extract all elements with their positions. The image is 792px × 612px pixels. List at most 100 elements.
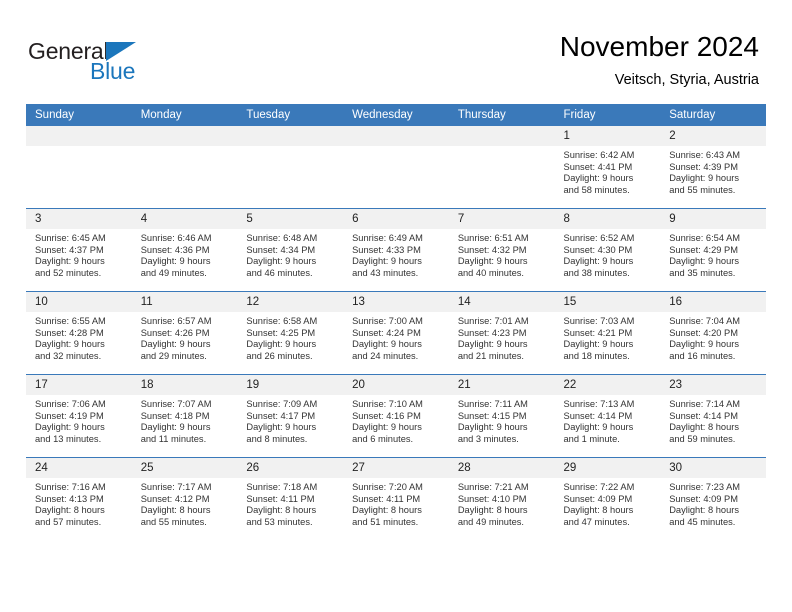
calendar-day-cell[interactable]: 7 Sunrise: 6:51 AM Sunset: 4:32 PM Daylight… [448,208,555,292]
calendar-day-cell[interactable]: 6 Sunrise: 6:49 AM Sunset: 4:33 PM Daylight… [343,208,449,292]
day-sunrise-text: Sunrise: 7:21 AM [457,482,529,492]
day-daylight2-text: and 21 minutes. [457,350,524,361]
calendar-day-cell[interactable]: 21 Sunrise: 7:11 AM Sunset: 4:15 PM Dayligh… [448,374,555,458]
day-number: 23 [660,375,766,395]
day-daylight1-text: Daylight: 9 hours [140,422,211,433]
calendar-day-cell[interactable]: 27 Sunrise: 7:20 AM Sunset: 4:11 PM Dayligh… [343,457,449,540]
day-sunrise-text: Sunrise: 6:51 AM [457,233,529,243]
day-number: 14 [448,292,555,312]
day-sunrise-text: Sunrise: 7:23 AM [669,482,741,492]
calendar-week-row: 10 Sunrise: 6:55 AM Sunset: 4:28 PM Dayligh… [26,291,766,375]
day-daylight2-text: and 49 minutes. [457,516,524,527]
calendar-day-cell[interactable]: 12 Sunrise: 6:58 AM Sunset: 4:25 PM Dayligh… [237,291,344,375]
day-sun-info: Sunrise: 6:49 AM Sunset: 4:33 PM Daylight:… [343,229,449,279]
calendar-day-cell[interactable]: 16 Sunrise: 7:04 AM Sunset: 4:20 PM Dayligh… [660,291,766,375]
weekday-header-saturday: Saturday [660,104,766,126]
calendar-day-cell[interactable]: 8 Sunrise: 6:52 AM Sunset: 4:30 PM Daylight… [554,208,661,292]
calendar-day-cell[interactable]: 20 Sunrise: 7:10 AM Sunset: 4:16 PM Dayligh… [343,374,449,458]
day-sunset-text: Sunset: 4:09 PM [563,493,633,504]
calendar-day-cell[interactable]: 29 Sunrise: 7:22 AM Sunset: 4:09 PM Dayligh… [554,457,661,540]
day-daylight1-text: Daylight: 8 hours [563,505,634,516]
calendar-day-cell[interactable]: 9 Sunrise: 6:54 AM Sunset: 4:29 PM Daylight… [660,208,766,292]
day-sun-info: Sunrise: 7:23 AM Sunset: 4:09 PM Daylight:… [660,478,766,528]
calendar-day-cell[interactable]: 24 Sunrise: 7:16 AM Sunset: 4:13 PM Dayligh… [26,457,132,540]
day-sunrise-text: Sunrise: 6:45 AM [35,233,106,243]
calendar-day-cell[interactable]: 11 Sunrise: 6:57 AM Sunset: 4:26 PM Dayligh… [131,291,238,375]
day-daylight2-text: and 32 minutes. [35,350,102,361]
day-daylight1-text: Daylight: 9 hours [669,256,739,267]
calendar-day-cell[interactable]: 19 Sunrise: 7:09 AM Sunset: 4:17 PM Dayligh… [237,374,344,458]
weekday-header-thursday: Thursday [448,104,555,126]
day-sunset-text: Sunset: 4:11 PM [352,493,421,504]
day-sun-info: Sunrise: 7:06 AM Sunset: 4:19 PM Daylight:… [26,395,132,445]
day-sun-info: Sunrise: 6:46 AM Sunset: 4:36 PM Daylight:… [132,229,238,279]
day-number: 21 [448,375,555,395]
day-number: 19 [237,375,344,395]
calendar-day-cell-empty [131,126,238,209]
day-daylight1-text: Daylight: 9 hours [35,256,105,267]
day-daylight2-text: and 49 minutes. [140,267,207,278]
calendar-day-cell[interactable]: 3 Sunrise: 6:45 AM Sunset: 4:37 PM Daylight… [26,208,132,292]
day-daylight2-text: and 11 minutes. [140,433,207,444]
weekday-header-sunday: Sunday [26,104,132,126]
calendar-week-row: 24 Sunrise: 7:16 AM Sunset: 4:13 PM Dayligh… [26,457,766,540]
calendar-day-cell[interactable]: 25 Sunrise: 7:17 AM Sunset: 4:12 PM Dayligh… [131,457,238,540]
day-daylight1-text: Daylight: 9 hours [563,256,634,267]
day-sunset-text: Sunset: 4:17 PM [246,410,316,421]
day-daylight1-text: Daylight: 8 hours [140,505,211,516]
day-daylight1-text: Daylight: 9 hours [246,422,317,433]
calendar-day-cell[interactable]: 26 Sunrise: 7:18 AM Sunset: 4:11 PM Dayligh… [237,457,344,540]
day-daylight1-text: Daylight: 9 hours [669,173,739,184]
day-sun-info: Sunrise: 6:51 AM Sunset: 4:32 PM Daylight:… [449,229,555,279]
day-number: 7 [448,209,555,229]
calendar-day-cell[interactable]: 4 Sunrise: 6:46 AM Sunset: 4:36 PM Daylight… [131,208,238,292]
day-daylight1-text: Daylight: 9 hours [246,256,317,267]
day-sunset-text: Sunset: 4:33 PM [352,244,421,255]
day-number [343,126,449,146]
calendar-header-row: Sunday Monday Tuesday Wednesday Thursday… [26,104,766,126]
day-sunrise-text: Sunrise: 7:04 AM [669,316,741,326]
calendar-day-cell[interactable]: 28 Sunrise: 7:21 AM Sunset: 4:10 PM Dayligh… [448,457,555,540]
day-number: 4 [131,209,238,229]
day-number [448,126,555,146]
day-sun-info: Sunrise: 7:17 AM Sunset: 4:12 PM Daylight:… [132,478,238,528]
day-number: 22 [554,375,661,395]
calendar-day-cell[interactable]: 1 Sunrise: 6:42 AM Sunset: 4:41 PM Daylight… [554,126,661,209]
day-number: 11 [131,292,238,312]
calendar-day-cell[interactable]: 23 Sunrise: 7:14 AM Sunset: 4:14 PM Dayligh… [660,374,766,458]
calendar-day-cell[interactable]: 10 Sunrise: 6:55 AM Sunset: 4:28 PM Dayligh… [26,291,132,375]
day-number: 28 [448,458,555,478]
calendar-day-cell[interactable]: 13 Sunrise: 7:00 AM Sunset: 4:24 PM Dayligh… [343,291,449,375]
calendar-day-cell[interactable]: 15 Sunrise: 7:03 AM Sunset: 4:21 PM Dayligh… [554,291,661,375]
calendar-day-cell[interactable]: 5 Sunrise: 6:48 AM Sunset: 4:34 PM Daylight… [237,208,344,292]
calendar-day-cell[interactable]: 17 Sunrise: 7:06 AM Sunset: 4:19 PM Dayligh… [26,374,132,458]
day-sunrise-text: Sunrise: 7:10 AM [352,399,423,409]
day-sun-info: Sunrise: 6:58 AM Sunset: 4:25 PM Daylight:… [237,312,343,362]
day-number: 17 [26,375,132,395]
day-sun-info: Sunrise: 7:18 AM Sunset: 4:11 PM Daylight:… [237,478,343,528]
day-sunrise-text: Sunrise: 6:49 AM [352,233,423,243]
day-daylight2-text: and 26 minutes. [246,350,313,361]
day-number [237,126,344,146]
day-sunset-text: Sunset: 4:19 PM [35,410,104,421]
calendar-day-cell[interactable]: 14 Sunrise: 7:01 AM Sunset: 4:23 PM Dayligh… [448,291,555,375]
day-number [131,126,238,146]
day-daylight2-text: and 47 minutes. [563,516,630,527]
calendar-day-cell[interactable]: 2 Sunrise: 6:43 AM Sunset: 4:39 PM Daylight… [660,126,766,209]
day-number: 6 [343,209,449,229]
day-number: 3 [26,209,132,229]
day-daylight2-text: and 53 minutes. [246,516,313,527]
day-sunset-text: Sunset: 4:28 PM [35,327,104,338]
day-number: 8 [554,209,661,229]
day-sunset-text: Sunset: 4:37 PM [35,244,104,255]
day-daylight2-text: and 29 minutes. [140,350,207,361]
calendar-day-cell[interactable]: 22 Sunrise: 7:13 AM Sunset: 4:14 PM Dayligh… [554,374,661,458]
day-sunrise-text: Sunrise: 7:13 AM [563,399,635,409]
day-sunset-text: Sunset: 4:16 PM [352,410,421,421]
day-sunrise-text: Sunrise: 7:07 AM [140,399,212,409]
day-sun-info: Sunrise: 7:09 AM Sunset: 4:17 PM Daylight:… [237,395,343,445]
calendar-day-cell[interactable]: 30 Sunrise: 7:23 AM Sunset: 4:09 PM Dayligh… [660,457,766,540]
day-daylight2-text: and 51 minutes. [352,516,419,527]
day-sunrise-text: Sunrise: 6:52 AM [563,233,635,243]
calendar-day-cell[interactable]: 18 Sunrise: 7:07 AM Sunset: 4:18 PM Dayligh… [131,374,238,458]
